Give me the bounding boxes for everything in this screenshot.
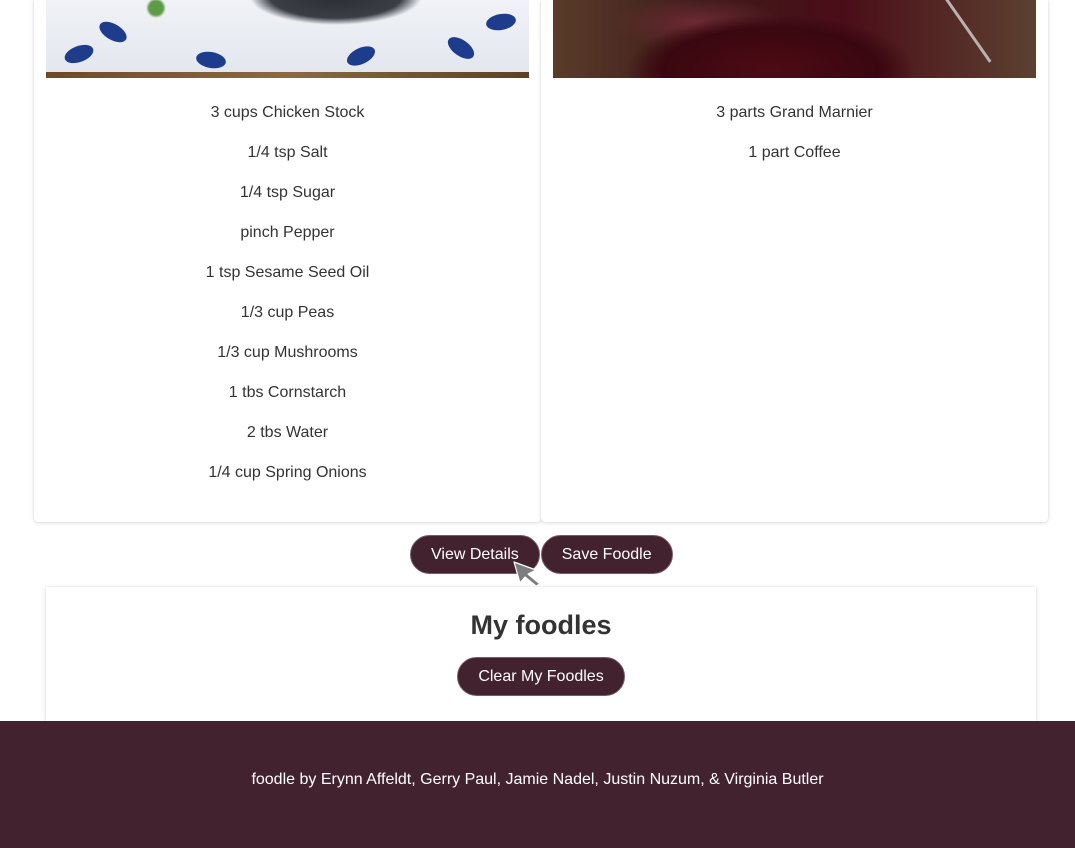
my-foodles-panel: My foodles Clear My Foodles [46, 587, 1036, 721]
plate-pattern [62, 41, 96, 67]
ingredient-item: 1/4 cup Spring Onions [208, 464, 367, 481]
ingredient-item: 1 tbs Cornstarch [228, 384, 347, 401]
site-footer: foodle by Erynn Affeldt, Gerry Paul, Jam… [0, 721, 1075, 848]
ingredient-item: 1/3 cup Peas [240, 304, 335, 321]
recipe-image-2 [553, 0, 1036, 78]
save-foodle-button[interactable]: Save Foodle [540, 535, 673, 574]
card-actions: View Details Save Foodle [410, 535, 673, 574]
view-details-button[interactable]: View Details [410, 535, 540, 574]
my-foodles-heading: My foodles [470, 610, 612, 640]
plate-pattern [194, 49, 228, 71]
page: 3 cups Chicken Stock 1/4 tsp Salt 1/4 ts… [0, 0, 1075, 848]
ingredient-item: 3 cups Chicken Stock [210, 104, 365, 121]
ingredient-item: 1/4 tsp Salt [247, 144, 328, 161]
clear-my-foodles-button[interactable]: Clear My Foodles [457, 657, 625, 696]
stirrer [937, 0, 992, 63]
plate-pattern [96, 17, 130, 47]
plate-pattern [444, 32, 478, 64]
ingredient-item: 1 tsp Sesame Seed Oil [205, 264, 370, 281]
plate-pattern [484, 11, 518, 33]
ingredient-item: 1/3 cup Mushrooms [217, 344, 358, 361]
ingredient-item: 2 tbs Water [246, 424, 329, 441]
ingredient-item: 1/4 tsp Sugar [239, 184, 336, 201]
recipe-image-1 [46, 0, 529, 78]
ingredient-item: pinch Pepper [240, 224, 335, 241]
recipe-card-1: 3 cups Chicken Stock 1/4 tsp Salt 1/4 ts… [34, 0, 541, 522]
footer-credits: foodle by Erynn Affeldt, Gerry Paul, Jam… [251, 771, 824, 788]
ingredient-item: 3 parts Grand Marnier [716, 104, 873, 121]
plate-pattern [344, 42, 378, 70]
recipe-cards: 3 cups Chicken Stock 1/4 tsp Salt 1/4 ts… [34, 0, 1048, 522]
ingredient-list-1: 3 cups Chicken Stock 1/4 tsp Salt 1/4 ts… [34, 95, 541, 495]
recipe-card-2: 3 parts Grand Marnier 1 part Coffee [541, 0, 1048, 522]
clear-button-wrap: Clear My Foodles [46, 657, 1036, 696]
table-edge [46, 72, 529, 78]
ingredient-list-2: 3 parts Grand Marnier 1 part Coffee [541, 95, 1048, 175]
ingredient-item: 1 part Coffee [748, 144, 841, 161]
